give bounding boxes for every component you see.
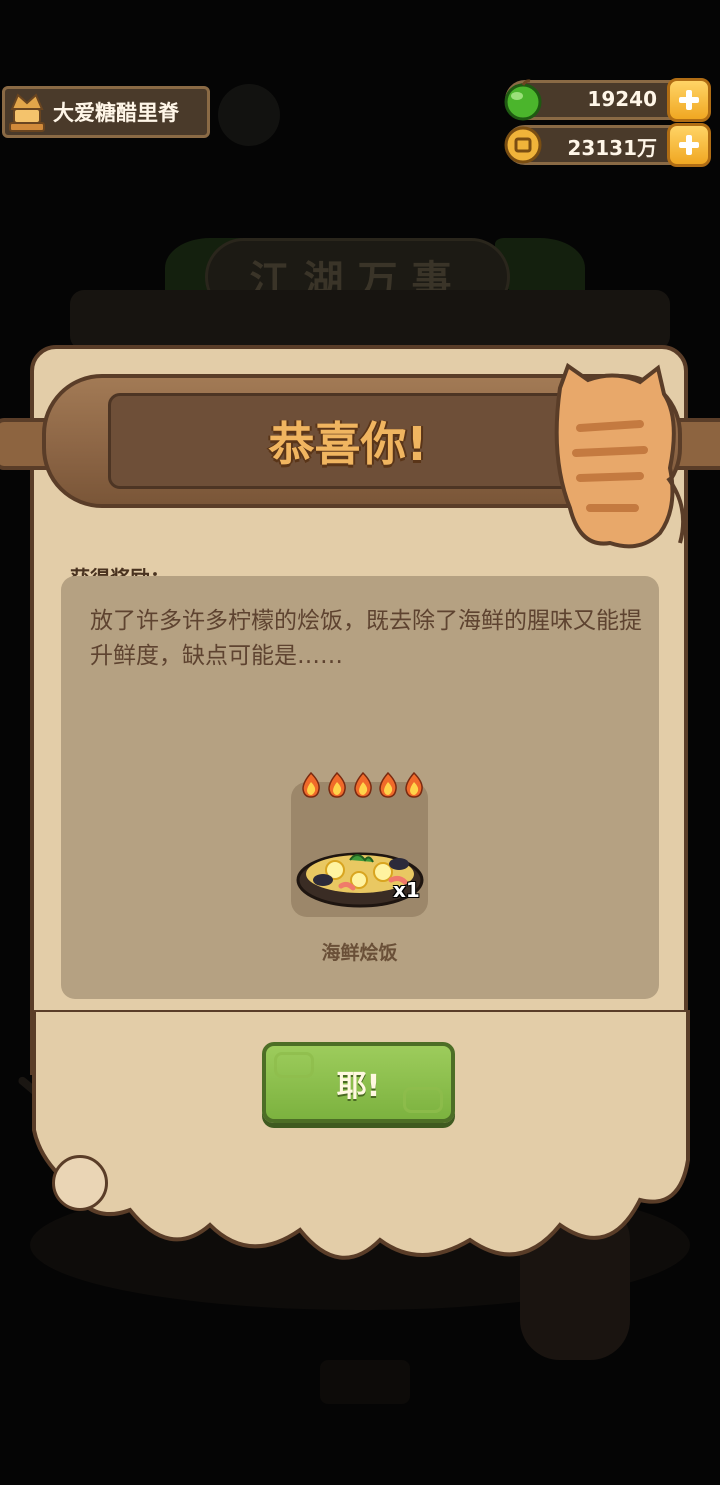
plus-icon [679, 135, 699, 155]
add-coins-button[interactable] [667, 123, 711, 167]
dialog-title: 恭喜你! [268, 417, 428, 471]
player-badge[interactable]: 大爱糖醋里脊 [2, 86, 210, 138]
gem-value: 19240 [587, 87, 657, 111]
player-name: 大爱糖醋里脊 [53, 101, 179, 125]
swirl-decoration [274, 1052, 314, 1078]
background-avatar [218, 84, 280, 146]
reward-description: 放了许多许多柠檬的烩饭，既去除了海鲜的腥味又能提升鲜度，缺点可能是…… [90, 608, 642, 669]
coin-icon [500, 122, 546, 168]
item-rating [300, 772, 425, 798]
coin-counter: 23131万 [504, 123, 711, 167]
chef-rank-icon [3, 88, 51, 136]
coin-value: 23131万 [567, 136, 657, 160]
cat-mascot-icon [554, 362, 686, 549]
green-gem-icon [500, 77, 546, 123]
flame-star-icon [327, 772, 346, 798]
title-plate: 恭喜你! [108, 393, 588, 489]
confirm-button[interactable]: 耶! [262, 1042, 455, 1123]
confirm-label: 耶! [336, 1068, 381, 1104]
flame-star-icon [405, 772, 423, 798]
flame-star-icon [353, 772, 372, 798]
item-name: 海鲜烩饭 [321, 942, 398, 964]
add-gems-button[interactable] [667, 78, 711, 122]
background-label [320, 1360, 410, 1404]
flame-star-icon [379, 772, 398, 798]
background-board [70, 290, 670, 350]
flame-star-icon [302, 772, 320, 798]
item-quantity: x1 [393, 878, 420, 902]
plus-icon [679, 90, 699, 110]
dough-ball-decoration [52, 1155, 108, 1211]
swirl-decoration [403, 1087, 443, 1113]
gem-counter: 19240 [504, 78, 711, 122]
